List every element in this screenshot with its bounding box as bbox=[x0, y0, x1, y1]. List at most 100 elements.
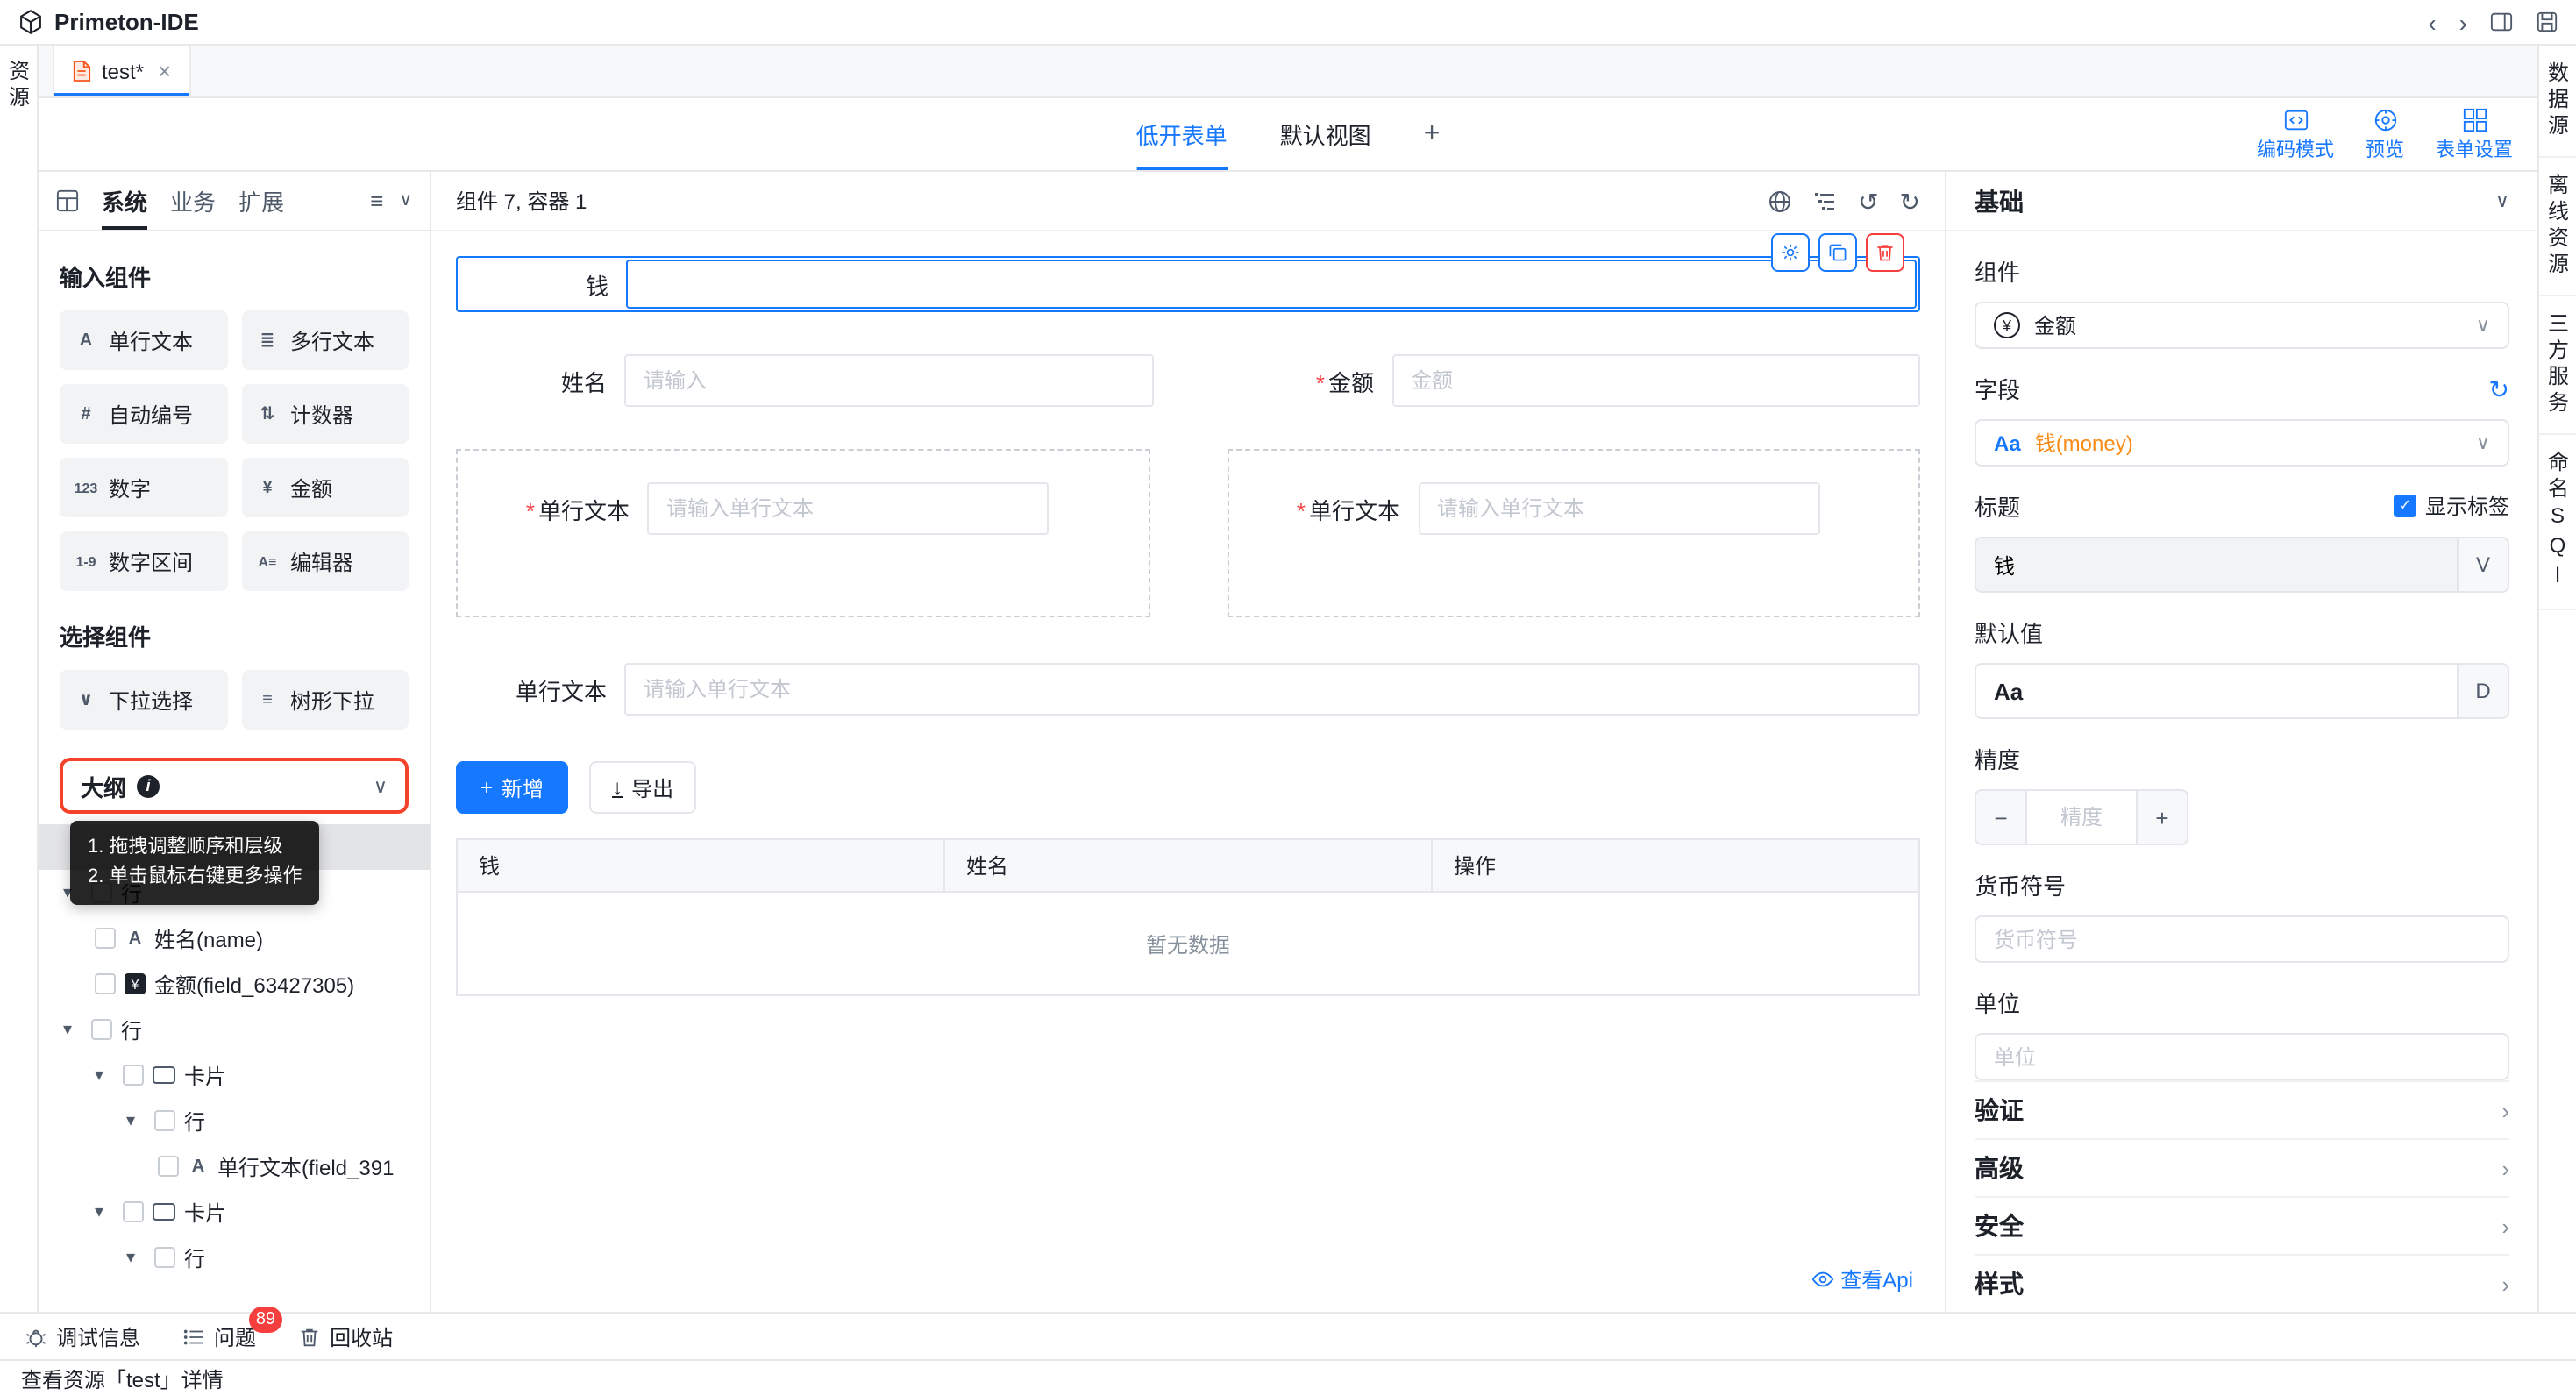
default-value-input[interactable]: Aa bbox=[1975, 663, 2457, 719]
component-label: 单行文本 bbox=[109, 325, 193, 355]
minus-button[interactable]: − bbox=[1975, 789, 2027, 845]
tree-row-label: 行 bbox=[184, 1243, 205, 1272]
money-field-input[interactable] bbox=[626, 260, 1917, 309]
component-single-line-text[interactable]: A单行文本 bbox=[60, 310, 227, 370]
precision-input[interactable] bbox=[2027, 789, 2136, 845]
tree-checkbox[interactable] bbox=[95, 973, 116, 994]
tree-row-single-line-field[interactable]: A单行文本(field_391 bbox=[60, 1143, 409, 1189]
chevron-down-icon[interactable]: ∨ bbox=[374, 774, 388, 797]
card-container-1[interactable]: *单行文本 bbox=[456, 449, 1149, 617]
caret-down-icon[interactable]: ▾ bbox=[63, 1020, 82, 1039]
tree-row-card[interactable]: ▾卡片 bbox=[60, 1052, 409, 1098]
card-container-2[interactable]: *单行文本 bbox=[1227, 449, 1920, 617]
strip-item-offline-resources[interactable]: 离线资源 bbox=[2539, 158, 2576, 296]
tab-business[interactable]: 业务 bbox=[170, 172, 216, 230]
unit-input[interactable] bbox=[1975, 1033, 2509, 1080]
field-settings-button[interactable] bbox=[1771, 233, 1810, 272]
tree-checkbox[interactable] bbox=[154, 1247, 175, 1268]
component-editor[interactable]: A≡编辑器 bbox=[241, 531, 409, 591]
section-advanced[interactable]: 高级› bbox=[1975, 1138, 2509, 1196]
tree-checkbox[interactable] bbox=[91, 1019, 112, 1040]
tree-row-amount-field[interactable]: ¥金额(field_63427305) bbox=[60, 961, 409, 1007]
component-money[interactable]: ¥金额 bbox=[241, 458, 409, 517]
undo-icon[interactable]: ↺ bbox=[1858, 189, 1878, 213]
amount-field-input[interactable] bbox=[1391, 354, 1920, 407]
resources-strip-label[interactable]: 资源 bbox=[1, 60, 36, 112]
selected-money-field[interactable]: 钱 bbox=[456, 256, 1920, 312]
tree-checkbox[interactable] bbox=[158, 1156, 179, 1177]
tree-row-row[interactable]: ▾行 bbox=[60, 1235, 409, 1280]
tree-row-row[interactable]: ▾行 bbox=[60, 1007, 409, 1052]
card1-text-input[interactable] bbox=[647, 482, 1049, 535]
component-number-range[interactable]: 1-9数字区间 bbox=[60, 531, 227, 591]
nav-back-icon[interactable]: ‹ bbox=[2428, 10, 2436, 34]
tree-row-row[interactable]: ▾行 bbox=[60, 1098, 409, 1143]
preview-button[interactable]: 预览 bbox=[2366, 106, 2404, 162]
outline-structure-icon[interactable] bbox=[1812, 189, 1837, 213]
tree-checkbox[interactable] bbox=[123, 1201, 144, 1222]
caret-down-icon[interactable]: ▾ bbox=[95, 1202, 114, 1222]
field-select[interactable]: Aa 钱(money) ∨ bbox=[1975, 419, 2509, 467]
component-auto-number[interactable]: #自动编号 bbox=[60, 384, 227, 444]
card2-text-input[interactable] bbox=[1418, 482, 1819, 535]
layout-toggle-icon[interactable] bbox=[2490, 11, 2513, 33]
code-mode-button[interactable]: 编码模式 bbox=[2257, 106, 2334, 162]
title-input[interactable] bbox=[1975, 537, 2457, 593]
problems-button[interactable]: 问题 89 bbox=[182, 1321, 256, 1351]
field-copy-button[interactable] bbox=[1818, 233, 1857, 272]
strip-item-datasource[interactable]: 数据源 bbox=[2539, 46, 2576, 158]
view-api-link[interactable]: 查看Api bbox=[1811, 1264, 1913, 1294]
name-field-input[interactable] bbox=[624, 354, 1153, 407]
show-label-checkbox[interactable]: ✓ bbox=[2394, 495, 2416, 517]
tree-checkbox[interactable] bbox=[95, 928, 116, 949]
strip-item-named-sql[interactable]: 命名SQl bbox=[2539, 435, 2576, 610]
add-button[interactable]: +新增 bbox=[456, 761, 568, 814]
form-settings-button[interactable]: 表单设置 bbox=[2436, 106, 2513, 162]
nav-forward-icon[interactable]: › bbox=[2459, 10, 2467, 34]
layout-grid-icon[interactable] bbox=[56, 172, 79, 230]
globe-icon[interactable] bbox=[1767, 189, 1791, 213]
view-tab-form[interactable]: 低开表单 bbox=[1136, 98, 1228, 170]
tree-checkbox[interactable] bbox=[154, 1110, 175, 1131]
tab-extension[interactable]: 扩展 bbox=[238, 172, 284, 230]
outline-section-header[interactable]: 大纲 i ∨ bbox=[60, 758, 409, 814]
view-tab-default[interactable]: 默认视图 bbox=[1280, 98, 1371, 170]
redo-icon[interactable]: ↻ bbox=[1900, 189, 1920, 213]
plus-button[interactable]: + bbox=[2136, 789, 2188, 845]
chevron-down-icon[interactable]: ∨ bbox=[2495, 189, 2509, 212]
tab-system[interactable]: 系统 bbox=[102, 172, 147, 230]
default-value-dynamic-button[interactable]: D bbox=[2457, 663, 2509, 719]
strip-item-third-party-services[interactable]: 三方服务 bbox=[2539, 296, 2576, 435]
select-components-title: 选择组件 bbox=[60, 619, 409, 652]
currency-symbol-input[interactable] bbox=[1975, 915, 2509, 963]
bottom-text-input[interactable] bbox=[624, 663, 1920, 716]
export-button[interactable]: ↓导出 bbox=[589, 761, 696, 814]
panel-collapse-icon[interactable]: ∨ bbox=[399, 191, 412, 210]
document-icon bbox=[72, 60, 91, 82]
panel-menu-icon[interactable]: ≡ bbox=[370, 188, 383, 214]
field-delete-button[interactable] bbox=[1866, 233, 1904, 272]
section-security[interactable]: 安全› bbox=[1975, 1196, 2509, 1254]
refresh-icon[interactable]: ↻ bbox=[2489, 376, 2509, 401]
save-icon[interactable] bbox=[2536, 11, 2558, 33]
tree-checkbox[interactable] bbox=[123, 1065, 144, 1086]
section-validation[interactable]: 验证› bbox=[1975, 1080, 2509, 1138]
component-select[interactable]: ¥ 金额 ∨ bbox=[1975, 302, 2509, 349]
component-multi-line-text[interactable]: ≣多行文本 bbox=[241, 310, 409, 370]
debug-info-button[interactable]: 调试信息 bbox=[25, 1321, 140, 1351]
add-view-button[interactable]: + bbox=[1424, 98, 1441, 170]
tab-close-icon[interactable]: × bbox=[158, 58, 171, 84]
caret-down-icon[interactable]: ▾ bbox=[126, 1248, 146, 1267]
recycle-bin-button[interactable]: 回收站 bbox=[298, 1321, 393, 1351]
tree-row-card[interactable]: ▾卡片 bbox=[60, 1189, 409, 1235]
component-tree-dropdown[interactable]: ≡树形下拉 bbox=[241, 670, 409, 730]
tree-row-name-field[interactable]: A姓名(name) bbox=[60, 915, 409, 961]
title-variable-button[interactable]: V bbox=[2457, 537, 2509, 593]
component-number[interactable]: 123数字 bbox=[60, 458, 227, 517]
component-counter[interactable]: ⇅计数器 bbox=[241, 384, 409, 444]
section-style[interactable]: 样式› bbox=[1975, 1254, 2509, 1312]
component-dropdown-select[interactable]: ∨下拉选择 bbox=[60, 670, 227, 730]
caret-down-icon[interactable]: ▾ bbox=[95, 1065, 114, 1085]
document-tab-test[interactable]: test* × bbox=[53, 46, 190, 96]
caret-down-icon[interactable]: ▾ bbox=[126, 1111, 146, 1130]
